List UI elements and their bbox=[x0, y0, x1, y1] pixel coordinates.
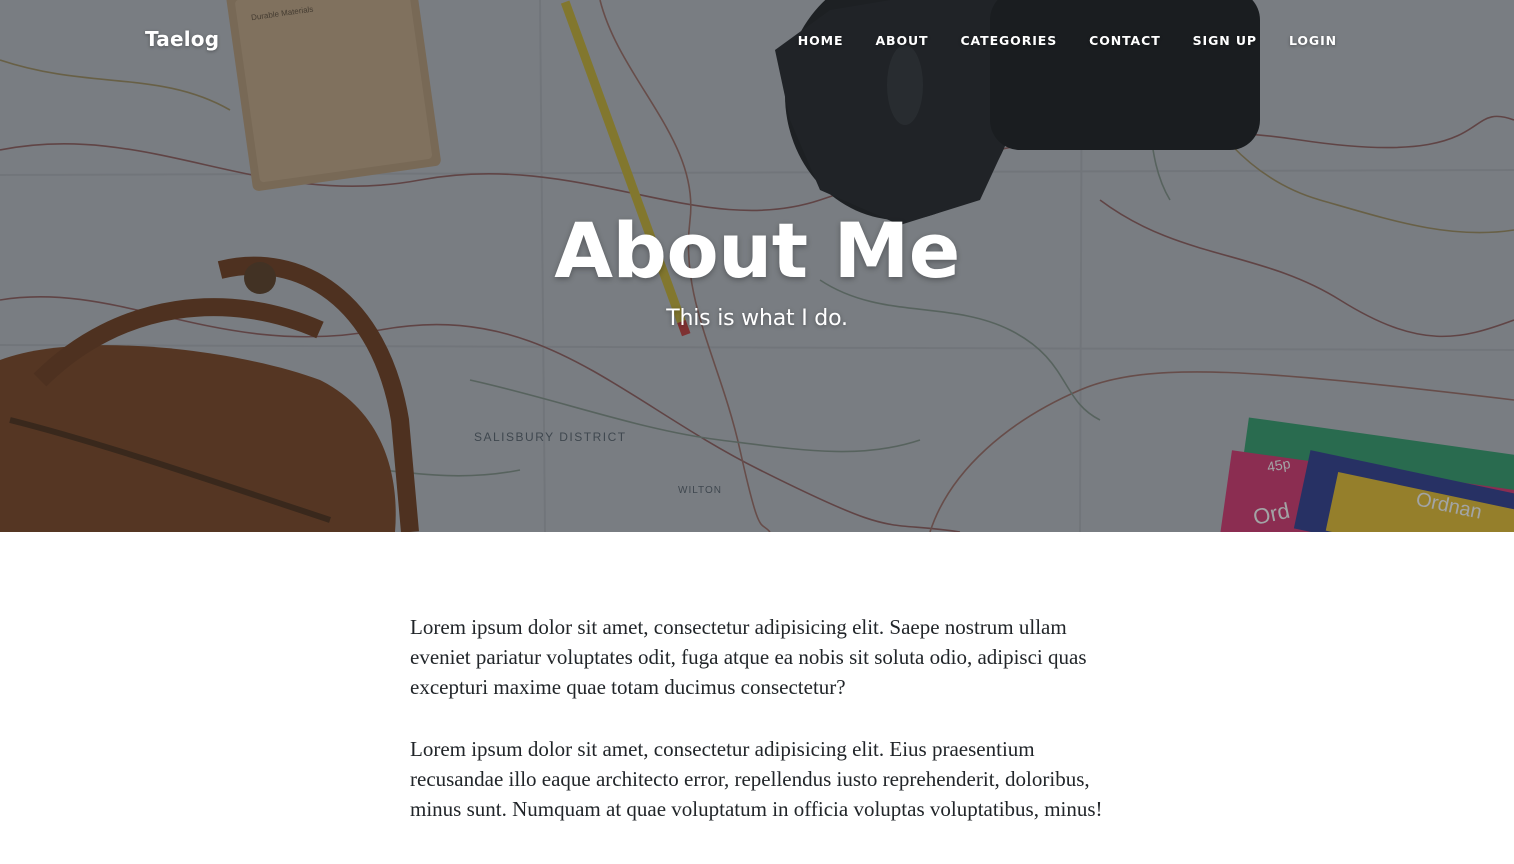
body-paragraph-1: Lorem ipsum dolor sit amet, consectetur … bbox=[410, 615, 1087, 699]
main-content: Lorem ipsum dolor sit amet, consectetur … bbox=[410, 612, 1110, 856]
page-subtitle: This is what I do. bbox=[666, 306, 848, 331]
nav-link-login[interactable]: LOGIN bbox=[1273, 33, 1353, 48]
nav-item-login: LOGIN bbox=[1273, 33, 1353, 48]
nav-item-home: HOME bbox=[782, 33, 860, 48]
hero-header: Durable Materials 45p Ordnan Ord SALISBU… bbox=[0, 0, 1514, 532]
nav-item-contact: CONTACT bbox=[1073, 33, 1177, 48]
page-heading: About Me This is what I do. bbox=[0, 205, 1514, 333]
page-title: About Me bbox=[554, 206, 960, 295]
nav-item-signup: SIGN UP bbox=[1177, 33, 1273, 48]
nav-item-categories: CATEGORIES bbox=[944, 33, 1073, 48]
nav-link-about[interactable]: ABOUT bbox=[859, 33, 944, 48]
nav-link-signup[interactable]: SIGN UP bbox=[1177, 33, 1273, 48]
nav-link-contact[interactable]: CONTACT bbox=[1073, 33, 1177, 48]
nav-item-about: ABOUT bbox=[859, 33, 944, 48]
body-paragraph-2: Lorem ipsum dolor sit amet, consectetur … bbox=[410, 737, 1103, 821]
navbar: Taelog HOME ABOUT CATEGORIES CONTACT SIG… bbox=[0, 0, 1514, 82]
brand-logo-link[interactable]: Taelog bbox=[145, 27, 219, 51]
nav-link-home[interactable]: HOME bbox=[782, 33, 860, 48]
nav-menu: HOME ABOUT CATEGORIES CONTACT SIGN UP LO… bbox=[782, 33, 1353, 48]
nav-link-categories[interactable]: CATEGORIES bbox=[944, 33, 1073, 48]
